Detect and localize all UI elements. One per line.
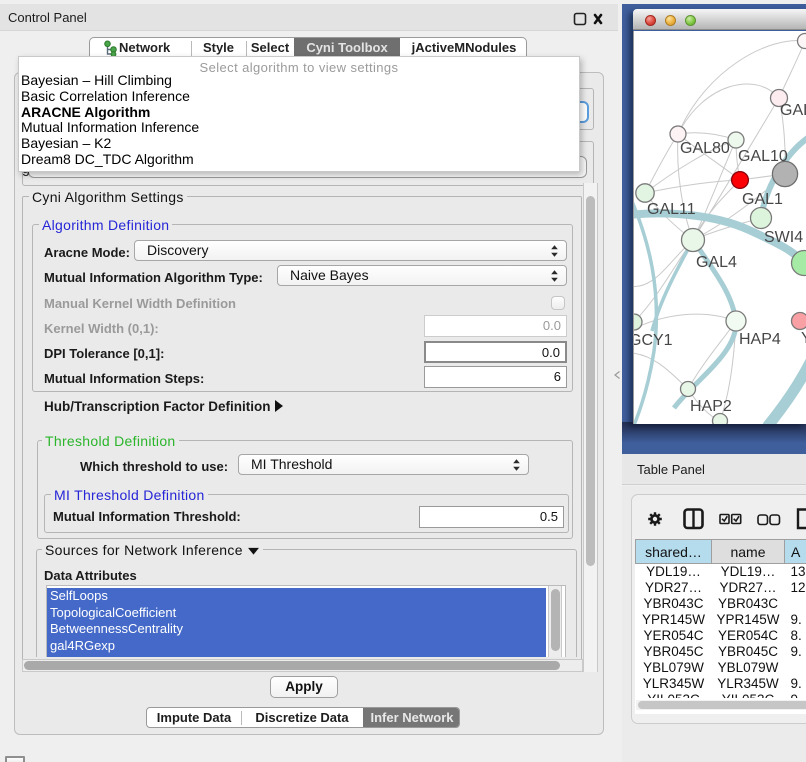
- svg-text:HAP2: HAP2: [690, 398, 732, 415]
- svg-text:GCY1: GCY1: [634, 332, 673, 349]
- svg-text:SWI4: SWI4: [764, 229, 803, 246]
- svg-text:GAL1: GAL1: [742, 191, 783, 208]
- svg-text:Y: Y: [801, 330, 806, 347]
- svg-text:GAL80: GAL80: [680, 140, 730, 157]
- svg-text:GAL10: GAL10: [738, 148, 788, 165]
- svg-text:GAL4: GAL4: [696, 254, 737, 271]
- svg-text:GAL11: GAL11: [647, 201, 696, 218]
- svg-text:HAP4: HAP4: [739, 331, 781, 348]
- svg-text:GAL7: GAL7: [780, 102, 806, 119]
